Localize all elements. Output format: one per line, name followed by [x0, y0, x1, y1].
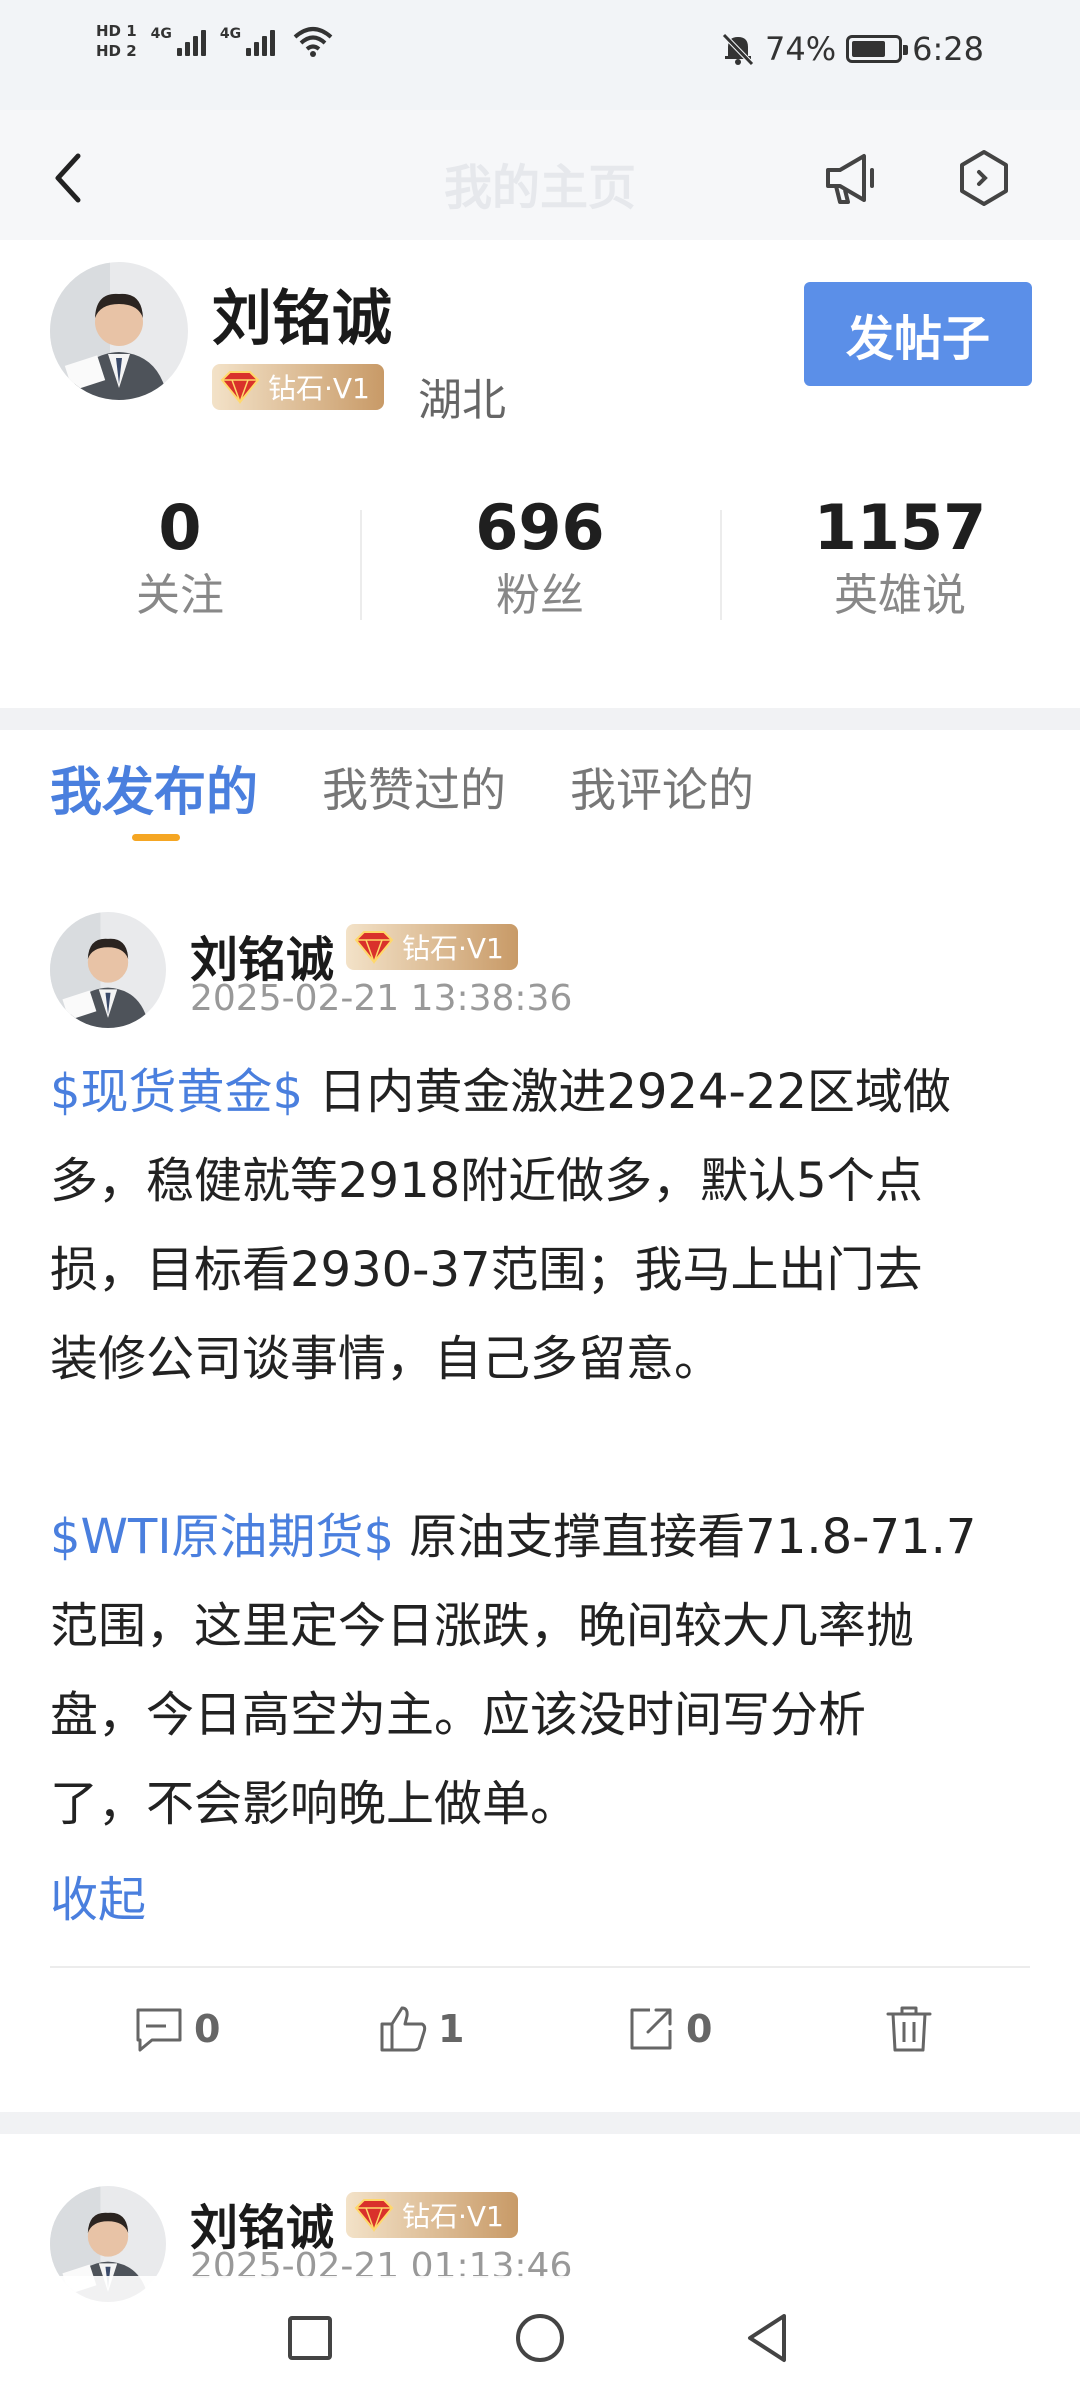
like-count: 1: [438, 2007, 465, 2051]
megaphone-icon[interactable]: [820, 146, 884, 210]
post-author-badge: 钻石·V1: [346, 2192, 518, 2238]
post-text: 范围，这里定今日涨跌，晚间较大几率抛: [50, 1598, 915, 1654]
tab-commented[interactable]: 我评论的: [570, 754, 754, 830]
tab-liked[interactable]: 我赞过的: [322, 754, 506, 830]
stock-tag-link[interactable]: $WTI原油期货$: [50, 1509, 394, 1565]
home-icon[interactable]: [508, 2306, 572, 2370]
battery-level: [852, 41, 885, 57]
comment-button[interactable]: 0: [132, 2002, 220, 2056]
stat-value: 0: [158, 491, 202, 564]
signal-icon-2: 4G: [219, 26, 276, 56]
region-label: 湖北: [418, 375, 506, 426]
post-line: 装修公司谈事情，自己多留意。: [50, 1315, 1040, 1404]
post-line: 了，不会影响晚上做单。: [50, 1760, 1040, 1849]
diamond-icon: [354, 931, 394, 964]
network-type-label: 4G: [150, 26, 172, 42]
post-author-badge: 钻石·V1: [346, 924, 518, 970]
post-line: 损，目标看2930-37范围；我马上出门去: [50, 1226, 1040, 1315]
post-line: 范围，这里定今日涨跌，晚间较大几率抛: [50, 1582, 1040, 1671]
create-post-button[interactable]: 发帖子: [804, 282, 1032, 386]
stat-value: 696: [475, 491, 605, 564]
network-type-label-2: 4G: [219, 26, 242, 42]
post-text: 了，不会影响晚上做单。: [50, 1776, 579, 1832]
page-title: 我的主页: [443, 160, 636, 216]
post-text: 日内黄金激进2924-22区域做: [303, 1064, 951, 1120]
collapse-link[interactable]: 收起: [50, 1860, 146, 1930]
section-divider: [0, 2112, 1080, 2134]
post-body: $现货黄金$ 日内黄金激进2924-22区域做 多，稳健就等2918附近做多，默…: [50, 1048, 1040, 1849]
signal-icon: 4G: [151, 26, 206, 56]
stock-tag-link[interactable]: $现货黄金$: [50, 1064, 303, 1120]
share-count: 0: [686, 2007, 713, 2051]
wifi-icon: [293, 27, 333, 57]
comment-icon: [136, 2008, 182, 2052]
share-icon: [630, 2008, 672, 2050]
stat-label: 英雄说: [834, 570, 966, 621]
app-header: 我的主页: [0, 110, 1080, 240]
post-line: 盘，今日高空为主。应该没时间写分析: [50, 1671, 1040, 1760]
post-actions: 0 1 0: [0, 1980, 1080, 2090]
sim2-label: HD 2: [96, 42, 137, 60]
battery-percent: 74%: [765, 30, 837, 68]
sim1-label: HD 1: [96, 22, 137, 40]
recent-apps-icon[interactable]: [278, 2306, 342, 2370]
mute-bell-icon: [722, 33, 754, 66]
post-line: 多，稳健就等2918附近做多，默认5个点: [50, 1137, 1040, 1226]
tab-my-posts[interactable]: 我发布的: [50, 750, 258, 835]
post-line: $WTI原油期货$ 原油支撑直接看71.8-71.7: [50, 1493, 1040, 1582]
vip-badge: 钻石·V1: [212, 364, 384, 410]
profile-card: 刘铭诚 钻石·V1 湖北 发帖子 0 关注 696 粉丝 1157 英雄说: [0, 240, 1080, 710]
post-text: 多，稳健就等2918附近做多，默认5个点: [50, 1153, 923, 1209]
back-nav-icon[interactable]: [736, 2306, 800, 2370]
hexagon-menu-icon[interactable]: [952, 146, 1016, 210]
vip-badge-label: 钻石·V1: [268, 372, 370, 405]
comment-count: 0: [194, 2007, 221, 2051]
stat-label: 关注: [136, 570, 224, 621]
diamond-icon: [220, 371, 260, 404]
battery-icon: [846, 35, 909, 63]
clock: 6:28: [912, 30, 984, 68]
post-text: 盘，今日高空为主。应该没时间写分析: [50, 1687, 867, 1743]
diamond-icon: [354, 2199, 394, 2232]
section-divider: [0, 708, 1080, 730]
post-timestamp: 2025-02-21 13:38:36: [190, 978, 573, 1019]
post-text: 装修公司谈事情，自己多留意。: [50, 1331, 723, 1387]
post-avatar[interactable]: [50, 912, 166, 1028]
post-line: $现货黄金$ 日内黄金激进2924-22区域做: [50, 1048, 1040, 1137]
status-left: HD 1 HD 2 4G 4G: [96, 22, 333, 60]
stat-fans[interactable]: 696 粉丝: [360, 490, 720, 630]
stat-label: 粉丝: [496, 570, 584, 621]
post-badge-label: 钻石·V1: [402, 932, 504, 965]
share-button[interactable]: 0: [624, 2002, 712, 2056]
trash-icon: [886, 2006, 932, 2052]
post-text: 损，目标看2930-37范围；我马上出门去: [50, 1242, 923, 1298]
system-nav-bar: [0, 2276, 1080, 2400]
post-text: 原油支撑直接看71.8-71.7: [394, 1509, 977, 1565]
sim-indicators: HD 1 HD 2: [96, 22, 137, 60]
stat-value: 1157: [813, 491, 987, 564]
delete-button[interactable]: [882, 2002, 936, 2056]
avatar[interactable]: [50, 262, 188, 400]
tab-indicator: [132, 834, 180, 841]
profile-stats: 0 关注 696 粉丝 1157 英雄说: [0, 490, 1080, 630]
stat-following[interactable]: 0 关注: [0, 490, 360, 630]
post-badge-label: 钻石·V1: [402, 2200, 504, 2233]
status-right: 74% 6:28: [721, 30, 984, 68]
like-button[interactable]: 1: [376, 2002, 464, 2056]
actions-divider: [50, 1966, 1030, 1968]
post-line-blank: [50, 1404, 1040, 1493]
stat-posts[interactable]: 1157 英雄说: [720, 490, 1080, 630]
thumbs-up-icon: [380, 2006, 427, 2052]
status-bar: HD 1 HD 2 4G 4G 74% 6:28: [0, 0, 1080, 110]
user-name: 刘铭诚: [212, 284, 392, 354]
